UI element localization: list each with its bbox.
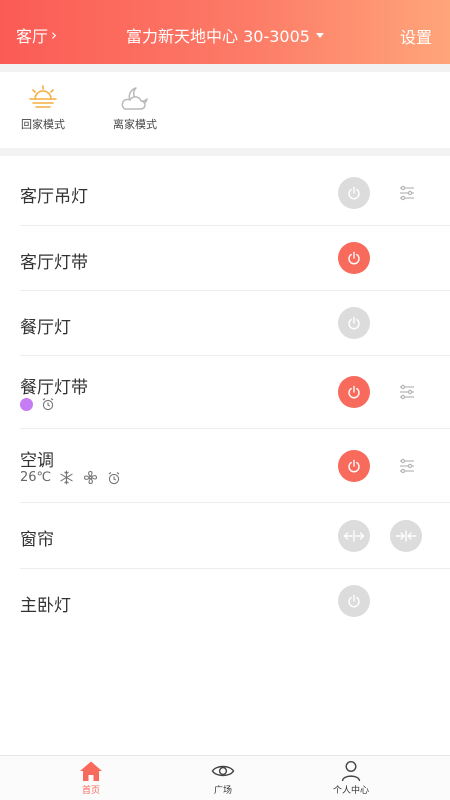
settings-button[interactable]: 设置: [400, 24, 432, 48]
home-icon: [80, 761, 102, 781]
device-row[interactable]: 客厅灯带: [0, 226, 450, 291]
power-toggle[interactable]: [338, 307, 370, 339]
top-bar: 客厅 › 富力新天地中心 30-3005 设置: [0, 0, 450, 64]
mode-away-label: 离家模式: [113, 118, 157, 131]
tab-plaza-label: 广场: [213, 786, 232, 796]
scene-modes: 回家模式 离家模式: [0, 72, 450, 148]
alarm-clock-icon: [42, 398, 54, 411]
tab-home-label: 首页: [81, 786, 100, 796]
power-icon: [348, 594, 360, 608]
power-icon: [348, 186, 360, 200]
power-icon: [348, 385, 360, 399]
caret-down-icon: [315, 33, 324, 38]
mode-home[interactable]: 回家模式: [8, 84, 78, 132]
power-toggle[interactable]: [338, 450, 370, 482]
device-name: 空调: [20, 451, 54, 471]
fan-icon: [84, 470, 98, 485]
device-row[interactable]: 空调 26℃: [0, 429, 450, 503]
power-toggle[interactable]: [338, 376, 370, 408]
power-toggle[interactable]: [338, 177, 370, 209]
device-name: 客厅吊灯: [20, 187, 88, 207]
adjust-icon[interactable]: [398, 457, 416, 475]
snowflake-icon: [60, 470, 73, 485]
power-icon: [348, 251, 360, 265]
bottom-tab-bar: 首页 广场 个人中心: [0, 755, 450, 800]
curtain-open-button[interactable]: [338, 520, 370, 552]
adjust-icon[interactable]: [398, 184, 416, 202]
device-status: [20, 397, 55, 411]
tab-profile-label: 个人中心: [332, 786, 369, 796]
device-name: 窗帘: [20, 530, 54, 550]
tab-profile[interactable]: 个人中心: [306, 760, 396, 796]
moon-cloud-icon: [121, 87, 148, 110]
mode-away[interactable]: 离家模式: [100, 84, 170, 132]
device-row[interactable]: 客厅吊灯: [0, 156, 450, 226]
home-title: 富力新天地中心 30-3005: [126, 27, 310, 46]
home-selector[interactable]: 富力新天地中心 30-3005: [0, 23, 450, 47]
power-icon: [348, 459, 360, 473]
person-icon: [341, 760, 361, 782]
device-row[interactable]: 窗帘: [0, 503, 450, 569]
section-divider: [0, 64, 450, 72]
device-row[interactable]: 餐厅灯带: [0, 356, 450, 429]
curtain-close-button[interactable]: [390, 520, 422, 552]
sunrise-icon: [29, 85, 57, 108]
light-color-swatch: [20, 397, 33, 411]
mode-home-label: 回家模式: [21, 118, 65, 131]
section-divider: [0, 148, 450, 156]
arrows-inward-icon: [395, 530, 417, 542]
device-name: 主卧灯: [20, 596, 71, 616]
device-row[interactable]: 餐厅灯: [0, 291, 450, 356]
temperature-readout: 26℃: [20, 470, 52, 485]
power-icon: [348, 316, 360, 330]
arrows-outward-icon: [343, 530, 365, 542]
power-toggle[interactable]: [338, 585, 370, 617]
device-name: 餐厅灯: [20, 318, 71, 338]
tab-plaza[interactable]: 广场: [178, 760, 268, 796]
alarm-clock-icon: [108, 471, 120, 484]
adjust-icon[interactable]: [398, 383, 416, 401]
device-row[interactable]: 主卧灯: [0, 569, 450, 634]
eye-icon: [211, 765, 235, 777]
device-name: 餐厅灯带: [20, 378, 88, 398]
device-name: 客厅灯带: [20, 253, 88, 273]
power-toggle[interactable]: [338, 242, 370, 274]
device-status: 26℃: [20, 470, 121, 485]
tab-home[interactable]: 首页: [46, 760, 136, 796]
